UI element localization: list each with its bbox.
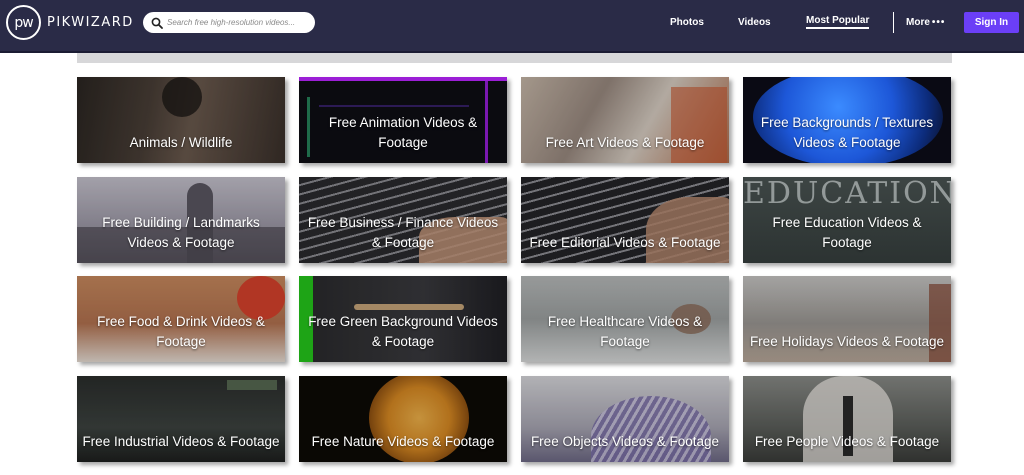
- category-tile-education[interactable]: EDUCATION Free Education Videos & Footag…: [743, 177, 951, 263]
- nav-videos-link[interactable]: Videos: [738, 0, 771, 44]
- category-tile-nature[interactable]: Free Nature Videos & Footage: [299, 376, 507, 462]
- category-tile-food[interactable]: Free Food & Drink Videos & Footage: [77, 276, 285, 362]
- category-label: Free Animation Videos & Footage: [328, 115, 478, 150]
- nav-more-label: More: [906, 16, 930, 28]
- category-label: Free Building / Landmarks Videos & Foota…: [102, 215, 260, 250]
- category-tile-green-background[interactable]: Free Green Background Videos & Footage: [299, 276, 507, 362]
- category-tile-business[interactable]: Free Business / Finance Videos & Footage: [299, 177, 507, 263]
- top-navigation-bar: pw PIKWIZARD Photos Videos Most Popular …: [0, 0, 1024, 53]
- category-label: Free Industrial Videos & Footage: [82, 434, 280, 449]
- category-tile-buildings[interactable]: Free Building / Landmarks Videos & Foota…: [77, 177, 285, 263]
- pikwizard-logo[interactable]: pw PIKWIZARD: [6, 5, 134, 40]
- category-label: Animals / Wildlife: [129, 135, 233, 150]
- category-tile-editorial[interactable]: Free Editorial Videos & Footage: [521, 177, 729, 263]
- category-tile-art[interactable]: Free Art Videos & Footage: [521, 77, 729, 163]
- category-tile-people[interactable]: Free People Videos & Footage: [743, 376, 951, 462]
- chalkboard-text: EDUCATION: [743, 177, 951, 211]
- category-label: Free Holidays Videos & Footage: [749, 334, 945, 349]
- nav-most-popular-link[interactable]: Most Popular: [806, 15, 870, 29]
- logo-wordmark: PIKWIZARD: [47, 15, 134, 30]
- category-tile-backgrounds[interactable]: Free Backgrounds / Textures Videos & Foo…: [743, 77, 951, 163]
- category-label: Free Editorial Videos & Footage: [529, 235, 721, 250]
- category-label: Free Healthcare Videos & Footage: [547, 314, 703, 349]
- category-label: Free Green Background Videos & Footage: [308, 314, 498, 349]
- nav-divider: [893, 12, 894, 33]
- category-label: Free Art Videos & Footage: [545, 135, 705, 150]
- category-tile-healthcare[interactable]: Free Healthcare Videos & Footage: [521, 276, 729, 362]
- category-tile-animation[interactable]: Free Animation Videos & Footage: [299, 77, 507, 163]
- sign-in-button[interactable]: Sign In: [964, 12, 1019, 33]
- nav-more-menu[interactable]: More •••: [906, 0, 945, 44]
- category-label: Free Backgrounds / Textures Videos & Foo…: [760, 115, 934, 150]
- category-label: Free Nature Videos & Footage: [311, 434, 495, 449]
- search-input[interactable]: [167, 18, 312, 27]
- category-label: Free People Videos & Footage: [754, 434, 940, 449]
- category-tile-industrial[interactable]: Free Industrial Videos & Footage: [77, 376, 285, 462]
- search-box[interactable]: [143, 12, 315, 33]
- category-tile-animals[interactable]: Animals / Wildlife: [77, 77, 285, 163]
- category-label: Free Education Videos & Footage: [772, 215, 922, 250]
- category-tile-objects[interactable]: Free Objects Videos & Footage: [521, 376, 729, 462]
- search-icon[interactable]: [151, 17, 163, 29]
- category-tile-holidays[interactable]: Free Holidays Videos & Footage: [743, 276, 951, 362]
- category-sub-bar: [77, 53, 952, 63]
- logo-mark: pw: [6, 5, 41, 40]
- category-label: Free Business / Finance Videos & Footage: [307, 215, 499, 250]
- nav-photos-link[interactable]: Photos: [670, 0, 704, 44]
- more-dots-icon: •••: [931, 16, 946, 28]
- category-label: Free Food & Drink Videos & Footage: [97, 314, 265, 349]
- category-label: Free Objects Videos & Footage: [530, 434, 720, 449]
